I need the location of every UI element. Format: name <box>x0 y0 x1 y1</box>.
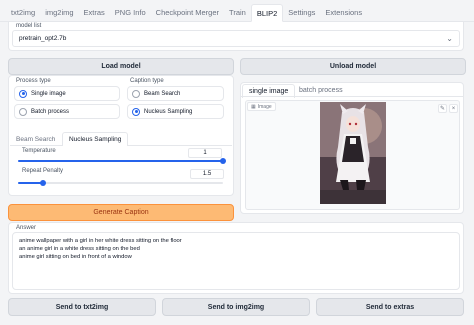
tab-extras[interactable]: Extras <box>79 4 110 22</box>
process-type-label: Process type <box>16 78 51 84</box>
temperature-input[interactable]: 1 <box>188 148 222 158</box>
repeat-penalty-track[interactable] <box>18 182 223 184</box>
answer-line: anime wallpaper with a girl in her white… <box>19 238 182 244</box>
temperature-label: Temperature <box>22 148 56 154</box>
temperature-thumb[interactable] <box>220 158 226 164</box>
repeat-penalty-label: Repeat Penalty <box>22 168 64 174</box>
load-model-button[interactable]: Load model <box>8 58 234 75</box>
image-tag: ▦ Image <box>247 102 276 111</box>
repeat-penalty-input[interactable]: 1.5 <box>190 169 224 179</box>
answer-line: an anime girl in a white dress sitting o… <box>19 246 140 253</box>
radio-nucleus-sampling-label: Nucleus Sampling <box>144 108 193 115</box>
image-icon: ▦ <box>251 103 256 110</box>
tab-checkpoint-merger[interactable]: Checkpoint Merger <box>151 4 224 22</box>
caption-type-label: Caption type <box>130 78 164 84</box>
tab-extensions[interactable]: Extensions <box>320 4 367 22</box>
subtab-nucleus-sampling[interactable]: Nucleus Sampling <box>62 132 129 146</box>
image-tab-divider <box>241 96 463 97</box>
model-dropdown-value: pretrain_opt2.7b <box>19 35 67 42</box>
answer-label: Answer <box>16 225 37 231</box>
radio-batch-process-dot <box>19 107 27 116</box>
subtab-beam-search[interactable]: Beam Search <box>16 136 55 143</box>
repeat-penalty-thumb[interactable] <box>40 180 46 186</box>
model-list-label: model list <box>16 23 42 29</box>
image-tab-batch[interactable]: batch process <box>299 87 343 94</box>
radio-beam-search[interactable]: Beam Search <box>127 86 224 101</box>
tab-png-info[interactable]: PNG Info <box>110 4 151 22</box>
radio-batch-process[interactable]: Batch process <box>14 104 120 119</box>
close-icon[interactable]: × <box>449 104 458 113</box>
chevron-down-icon: ⌄ <box>446 34 453 43</box>
main-tabs: txt2img img2img Extras PNG Info Checkpoi… <box>0 4 474 22</box>
answer-textarea[interactable]: anime wallpaper with a girl in her white… <box>12 232 460 290</box>
unload-model-button[interactable]: Unload model <box>240 58 466 75</box>
radio-nucleus-sampling[interactable]: Nucleus Sampling <box>127 104 224 119</box>
radio-beam-search-label: Beam Search <box>144 90 181 97</box>
radio-single-image-label: Single image <box>31 90 66 97</box>
send-to-img2img-button[interactable]: Send to img2img <box>162 298 310 316</box>
radio-nucleus-sampling-dot <box>132 107 140 116</box>
tab-img2img[interactable]: img2img <box>40 4 78 22</box>
tab-settings[interactable]: Settings <box>283 4 320 22</box>
pencil-icon[interactable]: ✎ <box>438 104 447 113</box>
tab-blip2[interactable]: BLIP2 <box>250 4 284 22</box>
send-to-extras-button[interactable]: Send to extras <box>316 298 464 316</box>
image-tag-label: Image <box>257 103 272 110</box>
radio-batch-process-label: Batch process <box>31 108 70 115</box>
radio-beam-search-dot <box>132 89 140 98</box>
model-dropdown[interactable]: pretrain_opt2.7b ⌄ <box>12 30 460 47</box>
radio-single-image-dot <box>19 89 27 98</box>
uploaded-image <box>320 102 386 204</box>
temperature-fill <box>18 160 223 162</box>
tab-train[interactable]: Train <box>224 4 251 22</box>
send-to-txt2img-button[interactable]: Send to txt2img <box>8 298 156 316</box>
radio-single-image[interactable]: Single image <box>14 86 120 101</box>
generate-caption-button[interactable]: Generate Caption <box>8 204 234 221</box>
tab-txt2img[interactable]: txt2img <box>6 4 40 22</box>
answer-line: anime girl sitting on bed in front of a … <box>19 254 132 261</box>
